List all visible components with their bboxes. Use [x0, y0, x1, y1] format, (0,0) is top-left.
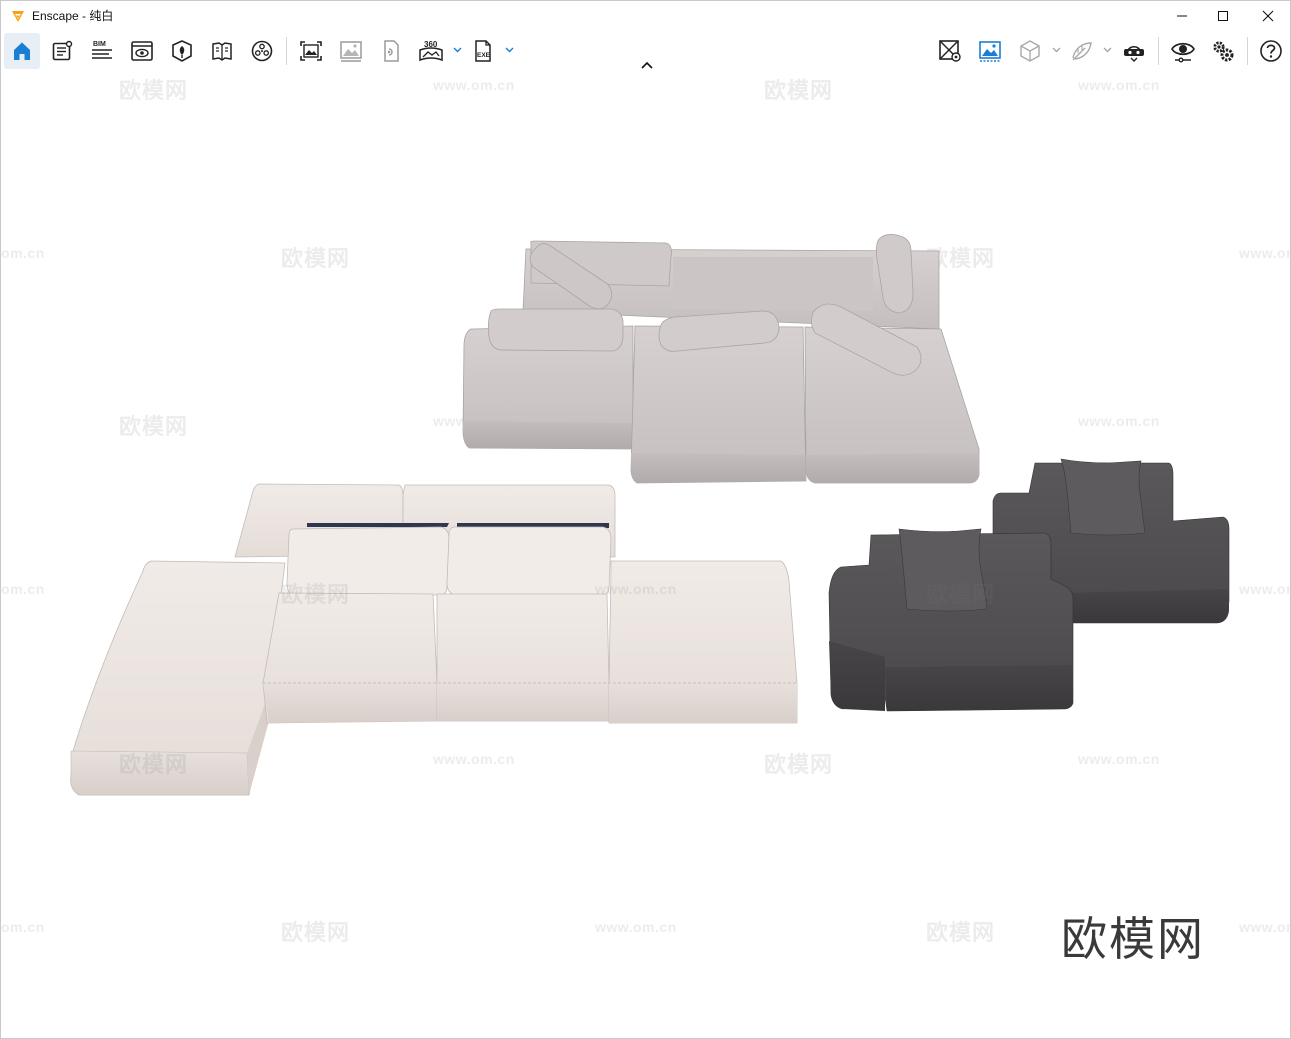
- material-editor-icon: [212, 42, 232, 61]
- general-settings-button[interactable]: [1205, 33, 1241, 69]
- project-notes-button[interactable]: [44, 33, 80, 69]
- dark-modular-sofas: [828, 458, 1230, 712]
- brand-watermark: 欧模网: [1061, 912, 1205, 966]
- panorama-button[interactable]: 360: [413, 33, 449, 69]
- bim-button[interactable]: BIM: [84, 33, 120, 69]
- video-editor-button[interactable]: [373, 33, 409, 69]
- export-exe-icon: EXE: [475, 40, 491, 62]
- grey-sectional-sofa: [462, 234, 980, 484]
- chevron-down-icon: [505, 47, 513, 53]
- sofa-render-scene: [70, 234, 1230, 796]
- project-notes-icon: [52, 40, 73, 61]
- collapse-toolbar-icon[interactable]: [639, 59, 655, 71]
- sync-update-icon: [979, 41, 1001, 62]
- chevron-down-icon: [1103, 47, 1111, 53]
- visual-settings-button[interactable]: [1165, 33, 1201, 69]
- close-icon: [1262, 10, 1274, 22]
- close-button[interactable]: [1245, 1, 1291, 31]
- light-view-dropdown[interactable]: [1102, 45, 1112, 55]
- batch-render-button[interactable]: [333, 33, 369, 69]
- view-management-icon: [131, 41, 153, 61]
- export-dropdown[interactable]: [504, 45, 514, 55]
- bim-label: BIM: [93, 41, 106, 48]
- asset-library-icon: [251, 40, 273, 62]
- toolbar-separator: [1158, 37, 1159, 65]
- orthographic-cube-icon: [1020, 40, 1040, 62]
- help-icon: [1260, 40, 1282, 62]
- help-button[interactable]: [1253, 33, 1289, 69]
- chevron-down-icon: [1052, 47, 1060, 53]
- vr-headset-icon: [1124, 45, 1144, 62]
- orthographic-dropdown[interactable]: [1051, 45, 1061, 55]
- panorama-icon: 360: [419, 40, 443, 62]
- general-settings-icon: [1213, 41, 1234, 62]
- minimize-button[interactable]: [1159, 1, 1205, 31]
- cream-sectional-sofa: [70, 483, 798, 796]
- visual-settings-icon: [1171, 42, 1195, 63]
- site-context-icon: [172, 40, 192, 62]
- sync-views-icon: [939, 40, 961, 62]
- enscape-logo-icon: [12, 11, 24, 22]
- video-editor-icon: [384, 40, 399, 62]
- orthographic-button[interactable]: [1012, 33, 1048, 69]
- light-view-icon: [1072, 42, 1092, 61]
- minimize-icon: [1177, 15, 1187, 17]
- sync-update-button[interactable]: [972, 33, 1008, 69]
- home-icon: [14, 42, 30, 60]
- export-exe-button[interactable]: EXE: [465, 33, 501, 69]
- material-editor-button[interactable]: [204, 33, 240, 69]
- light-view-button[interactable]: [1064, 33, 1100, 69]
- screenshot-icon: [300, 41, 322, 61]
- maximize-button[interactable]: [1200, 1, 1246, 31]
- view-management-button[interactable]: [124, 33, 160, 69]
- render-viewport[interactable]: 欧模网 www.om.cn 欧模网 www.om.cn www.om.cn 欧模…: [1, 71, 1290, 1038]
- window-title: Enscape - 纯白: [32, 9, 114, 23]
- site-context-button[interactable]: [164, 33, 200, 69]
- asset-library-button[interactable]: [244, 33, 280, 69]
- maximize-icon: [1218, 11, 1228, 21]
- app-window: Enscape - 纯白 BIM 360 EXE 欧模网 www.om.cn 欧…: [0, 0, 1291, 1039]
- vr-headset-button[interactable]: [1116, 33, 1152, 69]
- chevron-down-icon: [453, 47, 461, 53]
- screenshot-button[interactable]: [293, 33, 329, 69]
- panorama-dropdown[interactable]: [452, 45, 462, 55]
- bim-icon: BIM: [92, 41, 112, 59]
- home-button[interactable]: [4, 33, 40, 69]
- batch-render-icon: [340, 41, 362, 62]
- toolbar-separator: [1247, 37, 1248, 65]
- title-bar: Enscape - 纯白: [1, 1, 1290, 31]
- export-exe-label: EXE: [477, 52, 491, 59]
- sync-views-button[interactable]: [932, 33, 968, 69]
- toolbar-separator: [286, 37, 287, 65]
